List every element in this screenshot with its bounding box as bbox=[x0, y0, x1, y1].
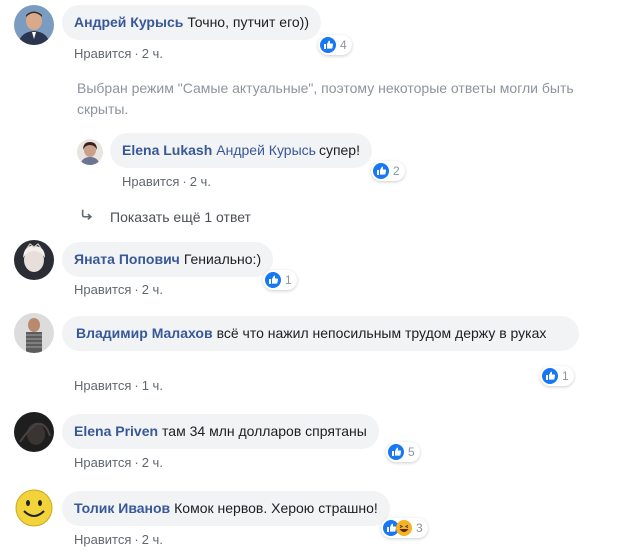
reaction-summary[interactable]: 3 bbox=[381, 518, 428, 538]
like-link[interactable]: Нравится bbox=[74, 455, 131, 470]
like-icon bbox=[320, 37, 336, 53]
avatar[interactable] bbox=[14, 412, 54, 452]
like-icon bbox=[265, 272, 281, 288]
comment-author[interactable]: Владимир Малахов bbox=[76, 325, 213, 341]
avatar-photo bbox=[77, 139, 103, 165]
avatar[interactable] bbox=[14, 5, 54, 45]
reaction-summary[interactable]: 1 bbox=[263, 270, 297, 290]
reaction-count: 5 bbox=[408, 445, 415, 459]
comment-bubble: Владимир Малахов всё что нажил непосильны… bbox=[62, 316, 579, 351]
avatar-photo bbox=[14, 313, 54, 353]
timestamp[interactable]: 2 ч. bbox=[142, 455, 163, 470]
comment-text: Точно, путчит его)) bbox=[187, 14, 309, 30]
comment-actions: Нравится · 2 ч. bbox=[74, 46, 163, 61]
reaction-count: 4 bbox=[340, 38, 347, 52]
separator: · bbox=[182, 174, 187, 189]
like-link[interactable]: Нравится bbox=[74, 46, 131, 61]
like-icon bbox=[373, 163, 389, 179]
reaction-summary[interactable]: 2 bbox=[371, 161, 405, 181]
timestamp[interactable]: 2 ч. bbox=[142, 46, 163, 61]
timestamp[interactable]: 1 ч. bbox=[142, 378, 163, 393]
like-link[interactable]: Нравится bbox=[74, 378, 131, 393]
reaction-count: 1 bbox=[285, 273, 292, 287]
timestamp[interactable]: 2 ч. bbox=[142, 282, 163, 297]
like-link[interactable]: Нравится bbox=[122, 174, 179, 189]
like-link[interactable]: Нравится bbox=[74, 532, 131, 547]
comment-bubble: Андрей Курысь Точно, путчит его)) bbox=[62, 5, 321, 40]
reply-bubble: Elena Lukash Андрей Курысь супер! bbox=[110, 133, 372, 168]
comment-bubble: Яната Попович Гениально:) bbox=[62, 242, 274, 277]
avatar[interactable] bbox=[14, 240, 54, 280]
separator: · bbox=[134, 455, 139, 470]
comment-author[interactable]: Яната Попович bbox=[74, 251, 180, 267]
timestamp[interactable]: 2 ч. bbox=[190, 174, 211, 189]
reply-text: супер! bbox=[318, 142, 360, 158]
comment-text: там 34 млн долларов спрятаны bbox=[162, 423, 367, 439]
separator: · bbox=[134, 46, 139, 61]
reply-mention[interactable]: Андрей Курысь bbox=[216, 142, 316, 158]
smiley-icon bbox=[14, 488, 54, 528]
reaction-count: 3 bbox=[416, 521, 423, 535]
comment-author[interactable]: Толик Иванов bbox=[74, 500, 170, 516]
avatar[interactable] bbox=[14, 488, 54, 528]
reaction-count: 2 bbox=[393, 164, 400, 178]
comment-author[interactable]: Elena Priven bbox=[74, 423, 158, 439]
comment-author[interactable]: Андрей Курысь bbox=[74, 14, 183, 30]
comment-actions: Нравится · 2 ч. bbox=[74, 282, 163, 297]
reaction-summary[interactable]: 4 bbox=[318, 35, 352, 55]
like-link[interactable]: Нравится bbox=[74, 282, 131, 297]
comment-actions: Нравится · 1 ч. bbox=[74, 378, 163, 393]
separator: · bbox=[134, 378, 139, 393]
like-icon bbox=[388, 444, 404, 460]
reaction-summary[interactable]: 1 bbox=[540, 366, 574, 386]
comment-actions: Нравится · 2 ч. bbox=[74, 455, 163, 470]
show-more-replies-label: Показать ещё 1 ответ bbox=[110, 209, 251, 225]
comment-actions: Нравится · 2 ч. bbox=[74, 532, 163, 547]
timestamp[interactable]: 2 ч. bbox=[142, 532, 163, 547]
comment-text: Комок нервов. Херою страшно! bbox=[174, 500, 378, 516]
separator: · bbox=[134, 532, 139, 547]
reply-actions: Нравится · 2 ч. bbox=[122, 174, 211, 189]
comment-text: Гениально:) bbox=[183, 251, 262, 267]
show-more-replies-link[interactable]: Показать ещё 1 ответ bbox=[80, 208, 251, 226]
reply-author[interactable]: Elena Lukash bbox=[122, 142, 212, 158]
avatar-photo bbox=[14, 412, 54, 452]
comment-bubble: Elena Priven там 34 млн долларов спрятаны bbox=[62, 414, 379, 449]
reaction-count: 1 bbox=[562, 369, 569, 383]
separator: · bbox=[134, 282, 139, 297]
reaction-summary[interactable]: 5 bbox=[386, 442, 420, 462]
avatar[interactable] bbox=[77, 139, 103, 165]
avatar[interactable] bbox=[14, 313, 54, 353]
like-icon bbox=[542, 368, 558, 384]
avatar-photo bbox=[14, 5, 54, 45]
haha-icon bbox=[396, 520, 412, 536]
comment-text: всё что нажил непосильным трудом держу в… bbox=[216, 325, 547, 341]
avatar-photo bbox=[14, 240, 54, 280]
comment-bubble: Толик Иванов Комок нервов. Херою страшно! bbox=[62, 491, 390, 526]
filter-notice: Выбран режим "Самые актуальные", поэтому… bbox=[77, 80, 574, 117]
reply-arrow-icon bbox=[80, 208, 98, 226]
